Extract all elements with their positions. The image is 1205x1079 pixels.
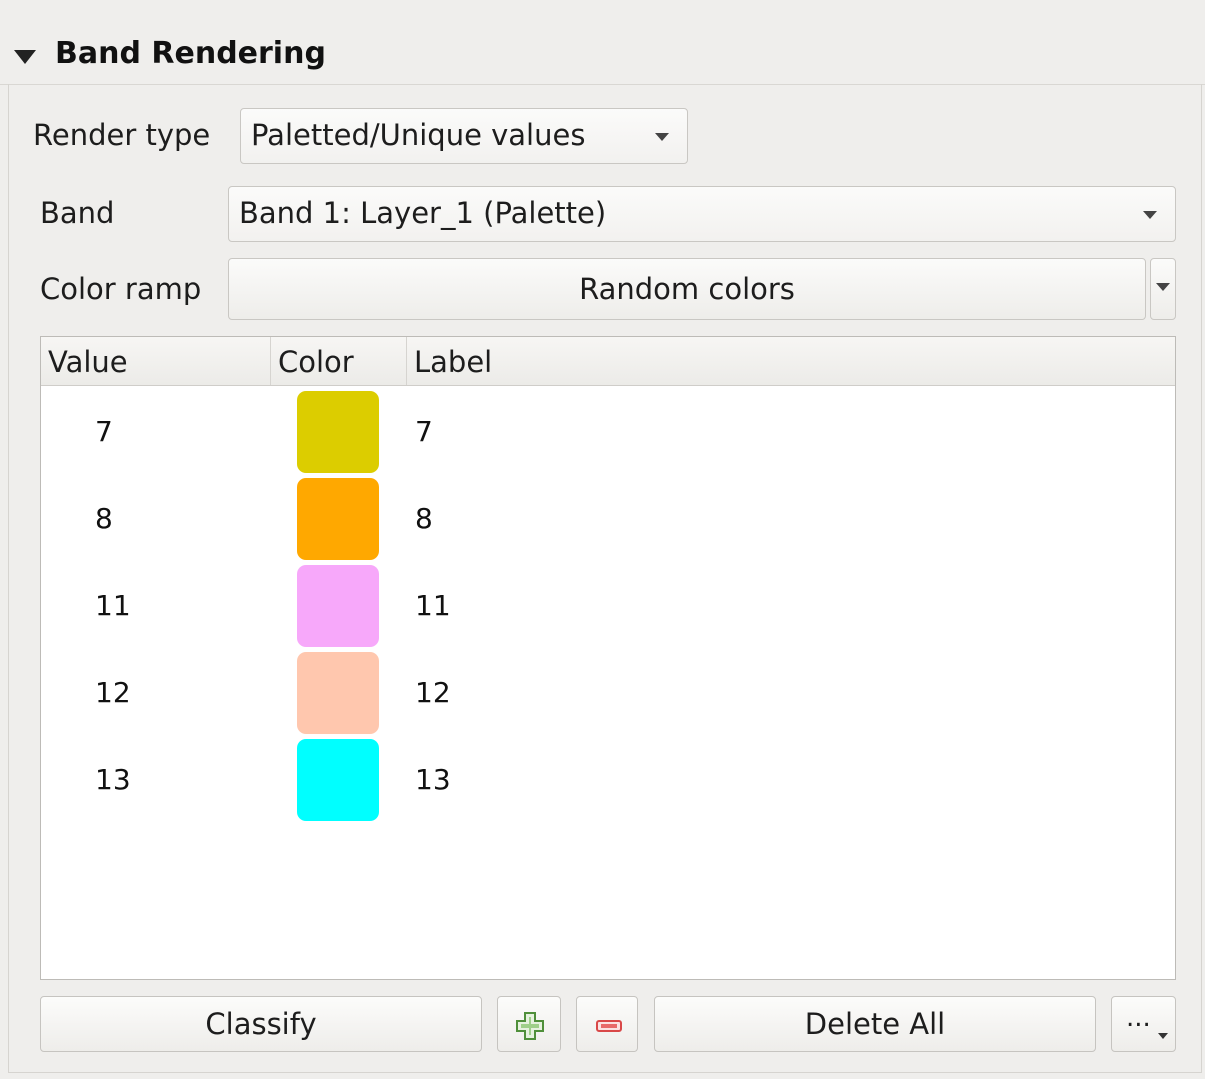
row-value[interactable]: 8 [95,502,113,535]
band-label: Band [40,196,115,230]
table-row[interactable]: 8 8 [41,474,1175,561]
color-swatch[interactable] [297,478,379,560]
classify-button[interactable]: Classify [40,996,482,1052]
more-options-button[interactable]: ... [1111,996,1176,1052]
chevron-down-icon [1156,283,1170,291]
chevron-down-icon [655,133,669,141]
table-row[interactable]: 11 11 [41,561,1175,648]
delete-all-button[interactable]: Delete All [654,996,1096,1052]
color-ramp-label: Color ramp [40,272,202,306]
column-header-value[interactable]: Value [41,337,271,385]
column-header-color[interactable]: Color [271,337,407,385]
color-swatch[interactable] [297,652,379,734]
row-label[interactable]: 11 [415,589,451,622]
row-value[interactable]: 7 [95,415,113,448]
band-select[interactable]: Band 1: Layer_1 (Palette) [228,186,1176,242]
section-title: Band Rendering [55,36,326,71]
color-ramp-menu-button[interactable] [1150,258,1176,320]
palette-table[interactable]: Value Color Label 7 7 8 8 11 11 12 12 13… [40,336,1176,980]
minus-icon [596,1020,622,1032]
column-header-label[interactable]: Label [407,337,1175,385]
render-type-label: Render type [33,118,211,152]
band-value: Band 1: Layer_1 (Palette) [239,196,607,230]
chevron-down-icon [1158,1033,1168,1039]
color-swatch[interactable] [297,391,379,473]
band-rendering-header[interactable]: Band Rendering [0,0,1205,85]
remove-value-button[interactable] [576,996,638,1052]
row-label[interactable]: 12 [415,676,451,709]
table-row[interactable]: 7 7 [41,387,1175,474]
more-options-label: ... [1126,1003,1151,1033]
row-value[interactable]: 13 [95,763,131,796]
table-row[interactable]: 13 13 [41,735,1175,822]
chevron-down-icon [1143,211,1157,219]
row-value[interactable]: 12 [95,676,131,709]
row-label[interactable]: 13 [415,763,451,796]
render-type-select[interactable]: Paletted/Unique values [240,108,688,164]
table-row[interactable]: 12 12 [41,648,1175,735]
table-header: Value Color Label [41,337,1175,386]
row-label[interactable]: 8 [415,502,433,535]
row-value[interactable]: 11 [95,589,131,622]
plus-icon [516,1012,544,1040]
row-label[interactable]: 7 [415,415,433,448]
color-swatch[interactable] [297,739,379,821]
render-type-value: Paletted/Unique values [251,118,586,152]
add-value-button[interactable] [497,996,561,1052]
color-swatch[interactable] [297,565,379,647]
color-ramp-button[interactable]: Random colors [228,258,1146,320]
collapse-triangle-icon[interactable] [14,50,36,64]
